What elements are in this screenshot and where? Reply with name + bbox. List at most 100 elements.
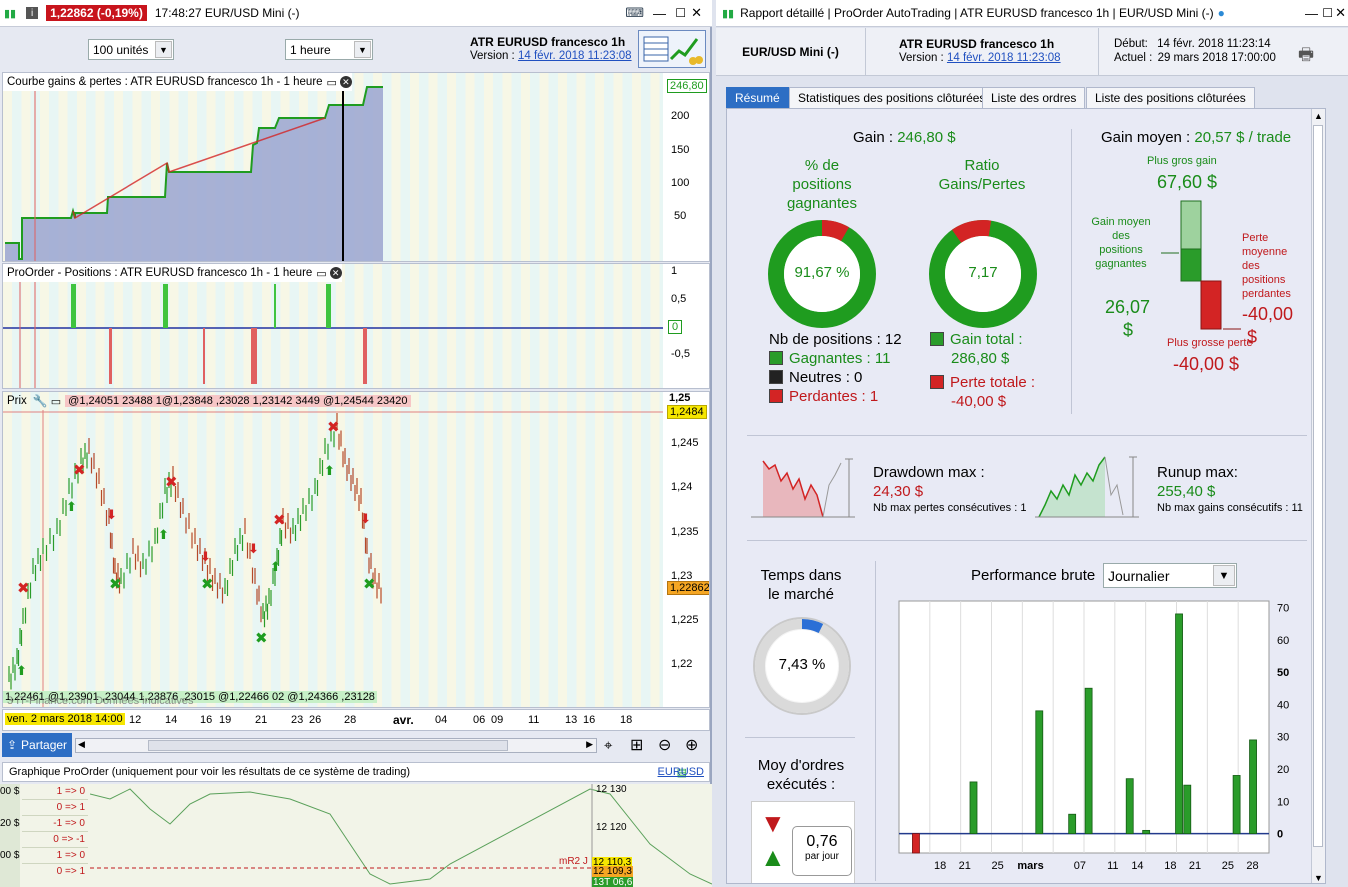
scroll-down-icon[interactable]: ▼ <box>1314 873 1323 883</box>
report-title: Rapport détaillé | ProOrder AutoTrading … <box>740 6 1214 20</box>
winners-value: Gagnantes : 11 <box>789 350 891 367</box>
wrench-icon[interactable]: 🔧 <box>33 394 48 408</box>
divider <box>747 435 1307 436</box>
equity-curve-panel: Courbe gains & pertes : ATR EURUSD franc… <box>2 72 710 262</box>
bg-value: 20 $ <box>0 818 20 829</box>
y-tick-label: 10 <box>1277 796 1289 808</box>
x-label: 09 <box>491 714 504 726</box>
runup-sub: Nb max gains consécutifs : 11 <box>1157 502 1303 514</box>
zoom-in-icon[interactable]: ⊕ <box>685 735 698 755</box>
version-link[interactable]: 14 févr. 2018 11:23:08 <box>947 52 1061 64</box>
worst-loss-label: Plus grosse perte <box>1167 337 1253 349</box>
pos-tick: 1 <box>671 265 678 277</box>
close-panel-icon[interactable]: ✕ <box>339 76 352 88</box>
perf-bar <box>1175 613 1183 835</box>
tab-liste-positions[interactable]: Liste des positions clôturées <box>1086 87 1255 108</box>
avg-loss-label-3: des <box>1242 260 1260 272</box>
avg-gain-label: Gain moyen : <box>1101 129 1191 146</box>
report-button[interactable] <box>638 30 706 68</box>
avg-win-label: Gain moyen des positions gagnantes <box>1085 215 1157 271</box>
neutral-value: Neutres : 0 <box>789 369 863 386</box>
info-icon[interactable]: i <box>26 7 39 19</box>
drawdown-sparkline <box>751 458 855 518</box>
time-label-1: Temps dans <box>760 567 842 584</box>
chart-icon: ▮▮ <box>722 7 735 20</box>
exit-mark-icon: ✖ <box>109 575 122 593</box>
vertical-scrollbar[interactable]: ▲ ▼ <box>1311 109 1325 883</box>
divider <box>1071 129 1072 414</box>
x-label: 21 <box>255 714 268 726</box>
curve-tick: 200 <box>671 110 690 122</box>
perf-bar <box>1183 784 1192 835</box>
close-panel-icon[interactable]: ✕ <box>329 267 342 279</box>
maximize-icon[interactable]: ☐ <box>1322 6 1333 20</box>
crosshair-icon[interactable]: ⌖ <box>604 737 612 754</box>
curve-tick: 150 <box>671 144 690 156</box>
chat-icon[interactable]: ● <box>1218 6 1225 20</box>
zoom-box-icon[interactable]: ⊞ <box>630 735 643 755</box>
divider <box>745 737 855 738</box>
bg-transition: 1 => 0 <box>22 784 88 800</box>
zoom-out-icon[interactable]: ⊖ <box>658 735 671 755</box>
bg-box: 12 109,3 <box>592 866 633 877</box>
price-last: 1,22862 <box>667 581 709 595</box>
sell-arrow-icon: ⬇ <box>248 542 259 557</box>
scroll-up-icon[interactable]: ▲ <box>1314 111 1323 121</box>
sell-arrow-icon: ⬇ <box>106 508 117 523</box>
gain-loss-bars <box>1161 200 1241 330</box>
close-icon[interactable]: ✕ <box>1335 5 1346 21</box>
gain-value: 246,80 $ <box>897 129 956 146</box>
minimize-icon[interactable]: — <box>653 6 666 21</box>
scroll-left-icon[interactable]: ◀ <box>78 739 85 750</box>
red-legend-icon <box>769 389 783 403</box>
positions-title: ProOrder - Positions : ATR EURUSD france… <box>3 264 342 282</box>
y-tick-label: 40 <box>1277 699 1289 711</box>
bg-tick: 12 120 <box>596 822 627 833</box>
green-legend-icon <box>769 351 783 365</box>
losers-value: Perdantes : 1 <box>789 388 879 405</box>
exit-mark-icon: ✖ <box>201 575 214 593</box>
gain-line: Gain : 246,80 $ <box>853 129 956 146</box>
tab-resume[interactable]: Résumé <box>726 87 789 108</box>
y-tick-label: 30 <box>1277 732 1289 744</box>
x-tick-label: 18 <box>1164 860 1176 872</box>
arrow-down-icon: ▼ <box>760 808 786 838</box>
eurusd-link[interactable]: EURUSD <box>658 766 704 778</box>
window-icon[interactable]: ▭ <box>327 76 337 89</box>
price-title-text: Prix <box>7 395 27 407</box>
keyboard-icon[interactable]: ⌨ <box>625 5 644 21</box>
orders-card: ▼ ▲ 0,76 par jour <box>751 801 855 883</box>
background-chart-window: 00 $ 20 $ 00 $ 1 => 0 0 => 1 -1 => 0 0 =… <box>0 784 712 887</box>
scroll-thumb[interactable] <box>1313 125 1323 847</box>
tab-liste-ordres[interactable]: Liste des ordres <box>982 87 1086 108</box>
minimize-icon[interactable]: — <box>1305 6 1318 21</box>
tab-statistiques[interactable]: Statistiques des positions clôturées <box>789 87 995 108</box>
gain-total-value: 286,80 $ <box>951 350 1010 367</box>
window-icon[interactable]: ▭ <box>316 267 326 280</box>
window-icon[interactable]: ▭ <box>51 395 61 408</box>
sell-mark-icon: ✖ <box>165 473 178 491</box>
maximize-icon[interactable]: ☐ <box>675 6 686 20</box>
printer-icon[interactable]: 🖶 <box>1298 42 1314 71</box>
bg-tick: 12 130 <box>596 784 627 795</box>
scroll-thumb[interactable] <box>148 740 508 751</box>
x-label: 18 <box>620 714 633 726</box>
share-button[interactable]: ⇪ Partager <box>2 733 72 757</box>
version-link[interactable]: 14 févr. 2018 11:23:08 <box>518 50 632 62</box>
ratio-value: 7,17 <box>968 264 998 281</box>
avg-loss-value: -40,00 <box>1242 304 1294 324</box>
close-icon[interactable]: ✕ <box>691 5 702 21</box>
divider <box>747 540 1307 541</box>
best-gain-label: Plus gros gain <box>1147 155 1217 167</box>
x-label: 11 <box>528 714 540 726</box>
scroll-right-icon[interactable]: ▶ <box>586 739 593 750</box>
avg-win-label-1: Gain moyen <box>1091 216 1151 228</box>
avg-gain-line: Gain moyen : 20,57 $ / trade <box>1101 129 1291 146</box>
quantity-select[interactable]: 100 unités ▼ <box>88 39 174 60</box>
win-pct-value: 91,67 % <box>794 264 850 281</box>
version-label: Version : <box>470 50 515 62</box>
perf-period-select[interactable]: Journalier ▼ <box>1103 563 1237 588</box>
horizontal-scrollbar[interactable]: ◀ ▶ <box>75 738 597 753</box>
sell-mark-icon: ✖ <box>327 418 340 436</box>
period-select[interactable]: 1 heure ▼ <box>285 39 373 60</box>
